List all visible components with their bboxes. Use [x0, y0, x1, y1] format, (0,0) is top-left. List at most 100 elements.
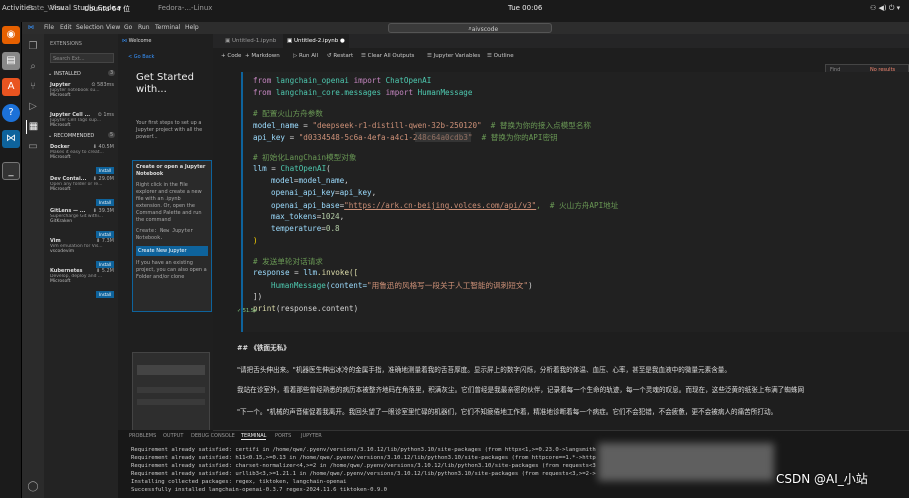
panel-tab-output[interactable]: OUTPUT	[163, 433, 183, 439]
menu-file[interactable]: File	[44, 24, 54, 31]
tab-label: Untitled-2.ipynb	[293, 38, 339, 44]
panel-tab-problems[interactable]: PROBLEMS	[129, 433, 156, 439]
remote-explorer-icon[interactable]: ▭	[26, 140, 40, 154]
menu-help[interactable]: Help	[185, 24, 199, 31]
install-button[interactable]: Install	[95, 167, 114, 174]
token: response	[253, 268, 290, 277]
jupyter-variables-button[interactable]: ☰ Jupyter Variables	[427, 53, 480, 59]
help-icon[interactable]: ?	[2, 104, 20, 122]
token: # 替换为你的接入点模型名称	[481, 121, 592, 130]
installed-label: INSTALLED	[53, 71, 81, 77]
tab-untitled-2[interactable]: ▣ Untitled-2.ipynb ●	[283, 34, 349, 48]
token: (content=	[325, 281, 368, 290]
search-icon[interactable]: ⌕	[26, 60, 40, 74]
menu-selection[interactable]: Selection	[76, 24, 104, 31]
installed-section-header[interactable]: ⌄ INSTALLED	[48, 71, 81, 77]
panel-tab-ports[interactable]: PORTS	[275, 433, 291, 439]
cell-execution-time: 51.5s	[242, 308, 257, 314]
install-button[interactable]: Install	[95, 199, 114, 206]
clear-outputs-button[interactable]: ☰ Clear All Outputs	[361, 53, 414, 59]
token: "用鲁迅的风格写一段关于人工智能的讽刺短文"	[367, 281, 529, 290]
token: max_tokens	[271, 212, 317, 221]
extension-item-kubernetes[interactable]: Kubernetes ⬇ 5.2M Develop, deploy and ..…	[50, 268, 116, 306]
go-back-link[interactable]: < Go Back	[128, 54, 154, 60]
system-top-bar: Activities Rate_View Visual Studio Code …	[0, 0, 909, 22]
tab-welcome[interactable]: ⋈ Welcome	[122, 38, 151, 44]
clock[interactable]: Tue 00:06	[508, 4, 542, 12]
welcome-walkthrough: ⋈ Welcome < Go Back Get Started with... …	[118, 34, 213, 498]
terminal-icon[interactable]: _	[2, 162, 20, 180]
menu-terminal[interactable]: Terminal	[155, 24, 180, 31]
token: ChatOpenAI	[385, 76, 432, 85]
tab-label: Untitled-1.ipynb	[231, 38, 277, 44]
system-status-icons[interactable]: ⚇ ◀) ⏻ ▾	[870, 4, 900, 13]
terminal-line: Requirement already satisfied: certifi i…	[131, 447, 596, 453]
add-code-button[interactable]: + Code	[221, 53, 241, 59]
vscode-logo-icon: ⋈	[28, 24, 34, 31]
recommended-section-header[interactable]: ⌄ RECOMMENDED	[48, 133, 94, 139]
code-line: max_tokens=1024,	[271, 212, 344, 221]
run-all-button[interactable]: ▷ Run All	[293, 53, 318, 59]
walkthrough-title: Get Started with...	[136, 72, 194, 95]
token: llm	[303, 268, 318, 277]
terminal-line: Successfully installed langchain-openai-…	[131, 487, 387, 493]
add-markdown-button[interactable]: + Markdown	[245, 53, 280, 59]
code-comment: # 初始化LangChain模型对象	[253, 153, 357, 162]
code-cell[interactable]: from langchain_openai import ChatOpenAI …	[241, 72, 909, 332]
code-line: llm = ChatOpenAI(	[253, 164, 331, 173]
menu-go[interactable]: Go	[124, 24, 132, 31]
command-center-search[interactable]: ⌕ aivscode	[388, 23, 552, 33]
restart-button[interactable]: ↺ Restart	[327, 53, 353, 59]
token: ,	[339, 212, 345, 221]
install-button[interactable]: Install	[95, 261, 114, 268]
panel-tab-debug-console[interactable]: DEBUG CONSOLE	[191, 433, 235, 439]
code-line: ])	[253, 292, 263, 301]
code-line: HumanMessage(content="用鲁迅的风格写一段关于人工智能的讽刺…	[271, 280, 533, 291]
code-line: model_name = "deepseek-r1-distill-qwen-3…	[253, 120, 591, 131]
extension-publisher: Microsoft	[50, 155, 71, 160]
ubuntu-dock: ◉ ▤ A ? ⋈ _	[0, 22, 22, 498]
cell-execution-status: ✓ 51.5s	[237, 308, 257, 314]
terminal-line: Requirement already satisfied: charset-n…	[131, 463, 596, 469]
walkthrough-step[interactable]: Create or open a Jupyter Notebook Right …	[132, 160, 212, 312]
token: langchain_openai	[275, 76, 350, 85]
account-icon[interactable]: ◯	[26, 480, 40, 494]
walkthrough-intro: Your first steps to set up a Jupyter pro…	[136, 120, 203, 140]
step-existing-text: If you have an existing project, you can…	[136, 260, 207, 280]
code-line: from langchain_openai import ChatOpenAI	[253, 76, 431, 85]
tab-untitled-1[interactable]: ▣ Untitled-1.ipynb	[225, 34, 276, 48]
code-line: response = llm.invoke([	[253, 268, 358, 277]
token: , # 火山方舟API地址	[536, 201, 619, 210]
bottom-panel: PROBLEMS OUTPUT DEBUG CONSOLE TERMINAL P…	[129, 430, 909, 498]
token: import	[381, 88, 418, 97]
output-heading: ## 《铁面无私》	[237, 344, 290, 352]
create-new-jupyter-button[interactable]: Create New Jupyter	[136, 246, 208, 256]
app-center-icon[interactable]: A	[2, 78, 20, 96]
panel-tab-jupyter[interactable]: JUPYTER	[301, 433, 322, 439]
run-debug-icon[interactable]: ▷	[26, 100, 40, 114]
code-line: openai_api_key=api_key,	[271, 188, 376, 197]
source-control-icon[interactable]: ⑂	[26, 80, 40, 94]
extension-stat: ⬇ 39.3M	[92, 208, 114, 214]
token: HumanMessage	[417, 88, 473, 97]
token: # 替换为你的API密钥	[472, 133, 558, 142]
extensions-icon[interactable]: ▦	[26, 120, 40, 134]
vscode-icon[interactable]: ⋈	[2, 130, 20, 148]
menu-edit[interactable]: Edit	[60, 24, 72, 31]
outline-button[interactable]: ☰ Outline	[487, 53, 514, 59]
files-icon[interactable]: ▤	[2, 52, 20, 70]
panel-tab-terminal[interactable]: TERMINAL	[241, 433, 267, 440]
menu-run[interactable]: Run	[138, 24, 150, 31]
vm-tab-fedora[interactable]: Fedora-...-Linux	[158, 4, 212, 12]
recommended-count-badge: 5	[108, 132, 116, 138]
code-comment: # 发送单轮对话请求	[253, 257, 323, 266]
install-button[interactable]: Install	[95, 291, 114, 298]
explorer-icon[interactable]: ❐	[26, 40, 40, 54]
install-button[interactable]: Install	[95, 231, 114, 238]
extension-stat: ⬇ 29.0M	[92, 176, 114, 182]
menu-view[interactable]: View	[106, 24, 120, 31]
vm-tab-ubuntu[interactable]: Ubuntu 64 位	[84, 4, 130, 14]
firefox-icon[interactable]: ◉	[2, 26, 20, 44]
extensions-search-input[interactable]: Search Ext...	[50, 53, 114, 63]
terminal-line: Requirement already satisfied: urllib3<3…	[131, 471, 596, 477]
